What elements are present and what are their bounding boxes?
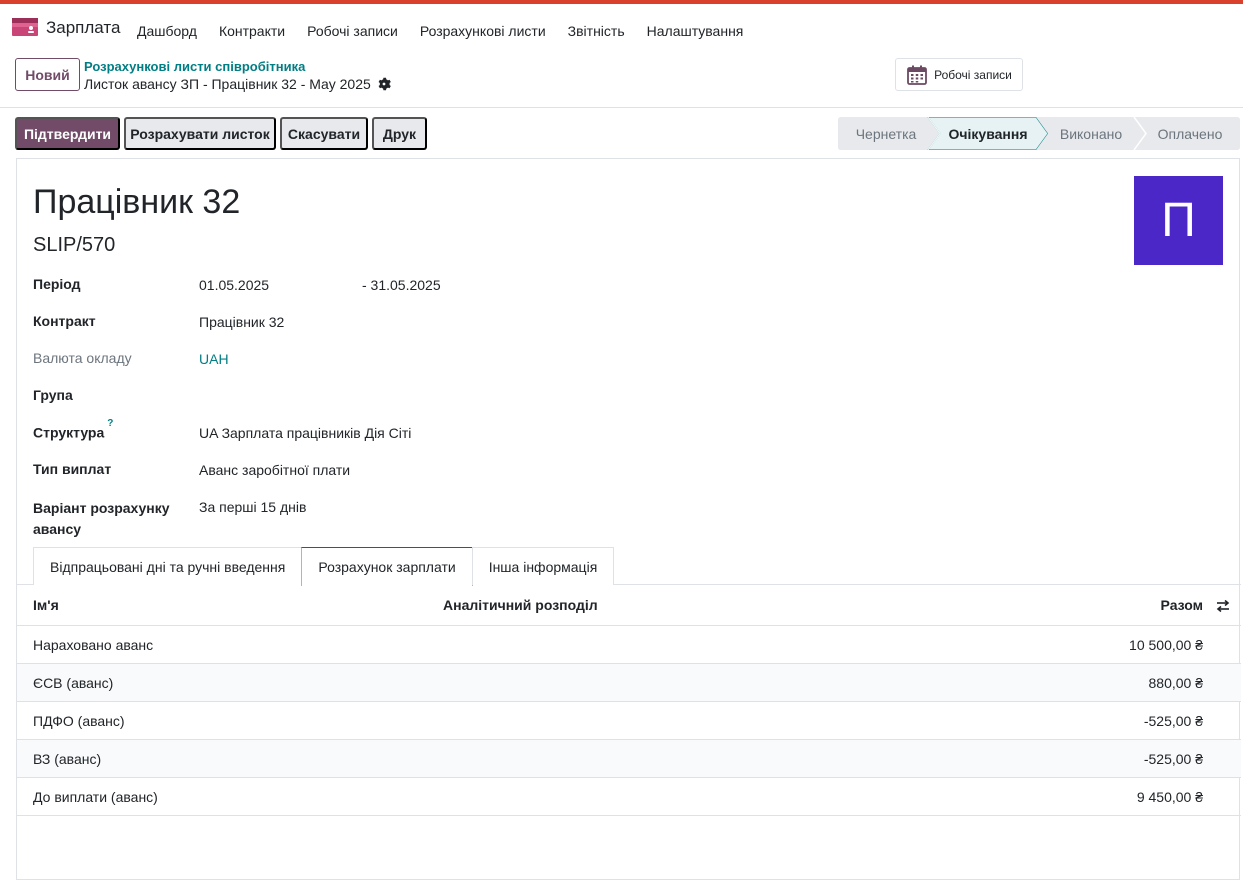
structure-label: Структура xyxy=(33,424,105,441)
status-bar: Чернетка Очікування Виконано Оплачено xyxy=(838,117,1240,150)
optional-columns-icon[interactable] xyxy=(1215,598,1231,614)
column-analytic-header[interactable]: Аналітичний розподіл xyxy=(443,597,598,613)
work-entries-smart-button-label: Робочі записи xyxy=(934,67,1012,82)
payment-type-field[interactable]: Аванс заробітної плати xyxy=(199,462,350,478)
column-name-header[interactable]: Ім'я xyxy=(33,597,59,613)
table-header: Ім'я Аналітичний розподіл Разом xyxy=(17,585,1241,626)
stage-paid[interactable]: Оплачено xyxy=(1140,117,1240,150)
new-button[interactable]: Новий xyxy=(15,58,80,91)
currency-label: Валюта окладу xyxy=(33,350,132,366)
employee-name[interactable]: Працівник 32 xyxy=(33,183,240,222)
main-navbar: Зарплата Дашборд Контракти Робочі записи… xyxy=(0,4,1243,50)
line-name: До виплати (аванс) xyxy=(33,789,158,805)
line-total: 9 450,00 ₴ xyxy=(1136,789,1203,805)
notebook-tabs: Відпрацьовані дні та ручні введення Розр… xyxy=(33,547,615,586)
table-row[interactable]: До виплати (аванс) 9 450,00 ₴ xyxy=(17,778,1241,816)
stage-waiting[interactable]: Очікування xyxy=(934,117,1042,150)
employee-avatar[interactable]: П xyxy=(1134,176,1223,265)
payroll-app-icon[interactable] xyxy=(12,18,38,36)
table-row[interactable]: Нараховано аванс 10 500,00 ₴ xyxy=(17,626,1241,664)
table-row[interactable]: ВЗ (аванс) -525,00 ₴ xyxy=(17,740,1241,778)
line-total: -525,00 ₴ xyxy=(1143,713,1203,729)
structure-label-wrap: Структура? xyxy=(33,418,113,441)
top-menu: Дашборд Контракти Робочі записи Розрахун… xyxy=(126,8,754,54)
menu-item-dashboard[interactable]: Дашборд xyxy=(126,23,208,39)
control-panel: Новий Розрахункові листи співробітника Л… xyxy=(0,50,1243,108)
menu-item-reporting[interactable]: Звітність xyxy=(557,23,636,39)
structure-field[interactable]: UA Зарплата працівників Дія Сіті xyxy=(199,425,411,441)
tab-other-info[interactable]: Інша інформація xyxy=(471,547,615,585)
form-sheet: Працівник 32 SLIP/570 П Період 01.05.202… xyxy=(16,158,1241,880)
breadcrumb-current: Листок авансу ЗП - Працівник 32 - May 20… xyxy=(84,76,391,92)
menu-item-settings[interactable]: Налаштування xyxy=(636,23,755,39)
menu-item-contracts[interactable]: Контракти xyxy=(208,23,296,39)
line-name: ЄСВ (аванс) xyxy=(33,675,114,691)
advance-variant-label-line1: Варіант розрахунку xyxy=(33,500,170,516)
column-total-header[interactable]: Разом xyxy=(1161,597,1203,613)
table-row[interactable]: ЄСВ (аванс) 880,00 ₴ xyxy=(17,664,1241,702)
group-label: Група xyxy=(33,387,73,403)
line-total: 10 500,00 ₴ xyxy=(1129,637,1203,653)
line-name: Нараховано аванс xyxy=(33,637,154,653)
cancel-button[interactable]: Скасувати xyxy=(280,117,368,150)
tab-worked-days[interactable]: Відпрацьовані дні та ручні введення xyxy=(33,547,303,585)
print-button[interactable]: Друк xyxy=(372,117,427,150)
line-name: ПДФО (аванс) xyxy=(33,713,125,729)
table-row[interactable]: ПДФО (аванс) -525,00 ₴ xyxy=(17,702,1241,740)
period-label: Період xyxy=(33,276,81,292)
contract-field[interactable]: Працівник 32 xyxy=(199,314,284,330)
advance-variant-field[interactable]: За перші 15 днів xyxy=(199,499,306,515)
work-entries-smart-button[interactable]: Робочі записи xyxy=(895,58,1023,91)
payment-type-label: Тип виплат xyxy=(33,461,112,477)
line-name: ВЗ (аванс) xyxy=(33,751,102,767)
menu-item-work-entries[interactable]: Робочі записи xyxy=(296,23,409,39)
compute-sheet-button[interactable]: Розрахувати листок xyxy=(124,117,276,150)
line-total: 880,00 ₴ xyxy=(1148,675,1204,691)
salary-lines-table: Ім'я Аналітичний розподіл Разом Нарахова… xyxy=(17,585,1241,816)
advance-variant-label-line2: авансу xyxy=(33,521,82,537)
breadcrumb-current-label: Листок авансу ЗП - Працівник 32 - May 20… xyxy=(84,76,371,92)
tab-salary-computation[interactable]: Розрахунок зарплати xyxy=(301,547,473,586)
currency-field[interactable]: UAH xyxy=(199,351,229,367)
line-total: -525,00 ₴ xyxy=(1143,751,1203,767)
stage-done[interactable]: Виконано xyxy=(1042,117,1140,150)
calendar-icon xyxy=(907,65,928,85)
stage-draft[interactable]: Чернетка xyxy=(838,117,934,150)
payslip-number[interactable]: SLIP/570 xyxy=(33,234,115,257)
advance-variant-label: Варіант розрахунку авансу xyxy=(33,498,170,540)
structure-help-tooltip[interactable]: ? xyxy=(107,418,113,429)
breadcrumb-parent[interactable]: Розрахункові листи співробітника xyxy=(84,59,305,74)
period-to-field[interactable]: - 31.05.2025 xyxy=(362,277,441,293)
app-name[interactable]: Зарплата xyxy=(46,18,120,38)
gear-icon[interactable] xyxy=(377,77,391,91)
confirm-button[interactable]: Підтвердити xyxy=(15,117,120,150)
period-from-field[interactable]: 01.05.2025 xyxy=(199,277,269,293)
contract-label: Контракт xyxy=(33,313,96,329)
menu-item-payslips[interactable]: Розрахункові листи xyxy=(409,23,557,39)
